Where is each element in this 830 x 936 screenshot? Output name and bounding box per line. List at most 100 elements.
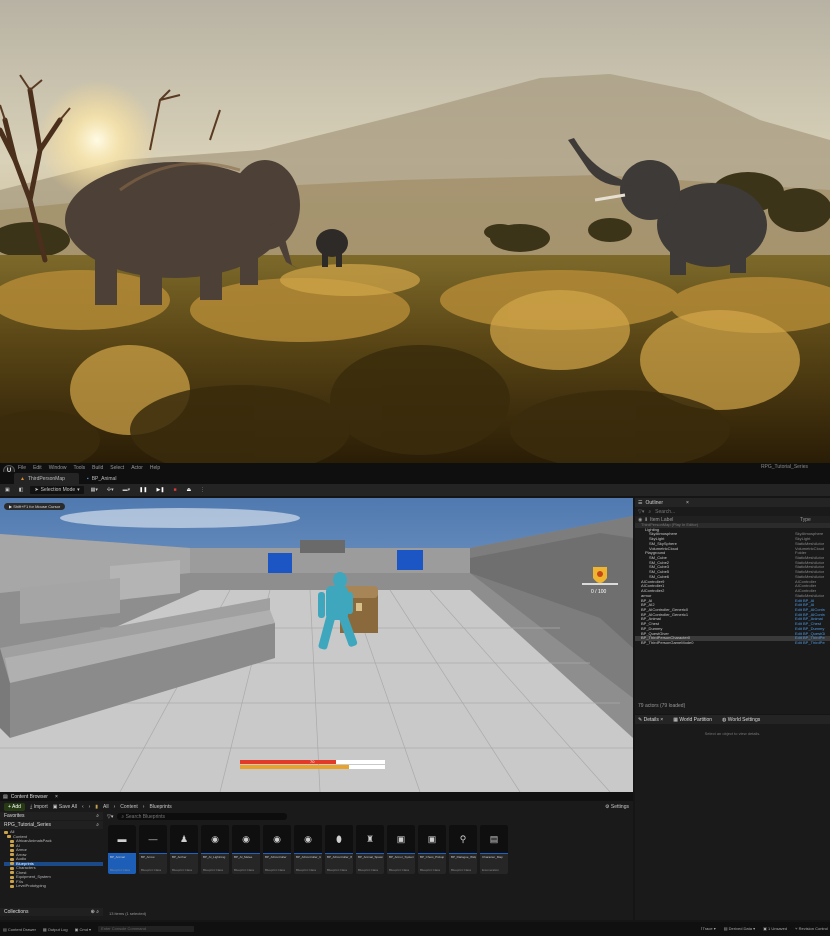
asset-tile[interactable]: ⬮ BP_AIController_Wolf Blueprint Class [325,825,353,874]
project-section[interactable]: RPG_Tutorial_Series ⌕ [0,821,103,829]
breadcrumb-blueprints[interactable]: Blueprints [149,804,171,810]
filter-icon[interactable]: ▽▾ [638,509,644,515]
eject-icon[interactable]: ⏏ [185,486,194,494]
add-button[interactable]: + Add [4,802,25,811]
more-options-icon[interactable]: ⋮ [198,486,207,494]
asset-search-input[interactable]: ⌕ Search Blueprints [117,813,288,820]
import-label: Import [33,803,48,810]
close-icon[interactable]: × [55,794,58,800]
breadcrumb-content[interactable]: Content [120,804,138,810]
world-settings-tab-label: World Settings [727,716,761,723]
player-hud: 70 [240,759,385,770]
folder-icon [10,844,14,848]
level-viewport[interactable]: ▶ Shift+F1 for Mouse Cursor 0 / 100 70 [0,498,633,792]
search-placeholder: Search Blueprints [125,813,166,820]
menu-actor[interactable]: Actor [131,465,143,471]
asset-type-stripe [170,853,198,854]
menu-help[interactable]: Help [150,465,160,471]
console-input[interactable]: Enter Console Command [98,926,195,932]
outliner-row-type[interactable]: Edit BP_ThirdPerson [795,641,825,646]
forward-icon[interactable]: › [89,804,91,810]
tab-details[interactable]: ✎ Details × [638,717,663,723]
close-icon[interactable]: × [686,500,689,506]
unsaved-button[interactable]: ▣ 1 Unsaved [763,926,787,931]
selection-mode-dropdown[interactable]: ➤ Selection Mode ▾ [30,486,84,494]
import-button[interactable]: ⤓ Import [30,804,48,810]
search-icon[interactable]: ⌕ [96,822,99,828]
asset-tile[interactable]: ⚲ BP_Dialogue_Widget Blueprint Class [449,825,477,874]
menu-tools[interactable]: Tools [73,465,85,471]
favorites-section[interactable]: Favorites ⌕ [0,812,103,820]
menu-window[interactable]: Window [49,465,67,471]
skip-icon[interactable]: ▶❚ [155,486,167,494]
asset-tile[interactable]: ▬ BP_Animal Blueprint Class [108,825,136,874]
outliner-search-input[interactable]: Search... [655,509,675,515]
revision-control-button[interactable]: ⑂ Revision Control [795,926,828,931]
pause-icon[interactable]: ❚❚ [137,486,149,494]
tab-world-settings[interactable]: ◍ World Settings [722,717,760,723]
asset-tile[interactable]: ♜ BP_Animal_Spawner Blueprint Class [356,825,384,874]
asset-thumbnail-icon: ♟ [170,825,198,853]
mouse-cursor-hint[interactable]: ▶ Shift+F1 for Mouse Cursor [4,503,66,510]
asset-thumbnail-icon: ▤ [480,825,508,853]
asset-type: Blueprint Class [389,868,410,872]
menu-select[interactable]: Select [110,465,124,471]
asset-tile[interactable]: ▤ Character_Map Enumeration [480,825,508,874]
tab-label: BP_Animal [91,475,117,482]
add-collection-icon[interactable]: ⊕ ⌕ [91,909,99,915]
asset-type: Blueprint Class [420,868,441,872]
collections-header[interactable]: Collections ⊕ ⌕ [0,908,103,916]
blueprint-icon: ▪ [86,475,89,482]
tab-bp-animal[interactable]: ▪ BP_Animal [81,473,131,484]
breadcrumb-all[interactable]: All [103,804,109,810]
asset-tile[interactable]: — BP_Arrow Blueprint Class [139,825,167,874]
asset-type: Blueprint Class [172,868,193,872]
layout-icon[interactable]: ◧ [17,486,26,494]
main-toolbar: ▣ ◧ ➤ Selection Mode ▾ ▦▾ ✣▾ ▬▾ ❚❚ ▶❚ ■ … [0,484,830,496]
menu-build[interactable]: Build [92,465,103,471]
outliner-row[interactable]: BP_ThirdPersonGameMode0 Edit BP_ThirdPers… [635,641,830,646]
asset-tile[interactable]: ▣ BP_Chest_Pickup Blueprint Class [418,825,446,874]
asset-tile[interactable]: ◉ BP_AIController_Generic Blueprint Class [294,825,322,874]
folder-icon [10,884,14,888]
content-drawer-label: Content Drawer [7,926,36,932]
add-actor-icon[interactable]: ▦▾ [89,486,100,494]
outliner-search-row: ▽▾ ⌕ Search... [635,507,830,516]
folder-tree: All Content AfricanAnimalsPack AI Armor Arrow… [0,829,103,889]
search-icon[interactable]: ⌕ [96,813,99,819]
tab-thirdpersonmap[interactable]: ▲ ThirdPersonMap [14,473,79,484]
asset-tile[interactable]: ◉ BP_AI_Melee Blueprint Class [232,825,260,874]
asset-name: BP_Chest_Pickup [420,856,445,859]
asset-tile[interactable]: ◉ BP_AI_Lightning Blueprint Class [201,825,229,874]
viewport-scene [0,498,633,792]
tab-world-partition[interactable]: ▦ World Partition [673,717,712,723]
folder-tree-item[interactable]: LevelPrototyping [4,883,103,889]
asset-thumbnail-icon: ◉ [201,825,229,853]
settings-button[interactable]: ⚙ Settings [605,804,629,810]
save-icon[interactable]: ▣ [3,486,12,494]
content-drawer-button[interactable]: ▤ Content Drawer [3,927,36,932]
menu-file[interactable]: File [18,465,26,471]
filter-icon[interactable]: ▽▾ [107,814,113,820]
asset-type-stripe [356,853,384,854]
trace-button[interactable]: ⌇Trace ▾ [701,926,716,931]
col-item-label[interactable]: Item Label [650,517,800,523]
back-icon[interactable]: ‹ [82,804,84,810]
asset-name: BP_AI_Melee [234,856,253,859]
cinematics-icon[interactable]: ▬▾ [121,486,133,494]
asset-tile[interactable]: ◉ BP_AIController Blueprint Class [263,825,291,874]
details-panel: ✎ Details × ▦ World Partition ◍ World Se… [635,715,830,920]
save-all-button[interactable]: ▣ Save All [53,804,77,810]
asset-type-stripe [263,853,291,854]
menu-edit[interactable]: Edit [33,465,42,471]
asset-tile[interactable]: ♟ BP_Archer Blueprint Class [170,825,198,874]
derived-data-button[interactable]: ▤ Derived Data ▾ [724,926,755,931]
cmd-button[interactable]: ▣ Cmd ▾ [75,927,91,932]
asset-tile[interactable]: ▣ BP_Armor_System Blueprint Class [387,825,415,874]
col-type[interactable]: Type [800,517,811,523]
output-log-button[interactable]: ▦ Output Log [43,927,68,932]
blueprints-icon[interactable]: ✣▾ [105,486,116,494]
asset-thumbnail-icon: ◉ [294,825,322,853]
stop-icon[interactable]: ■ [172,486,180,494]
folder-name: LevelPrototyping [16,883,46,888]
